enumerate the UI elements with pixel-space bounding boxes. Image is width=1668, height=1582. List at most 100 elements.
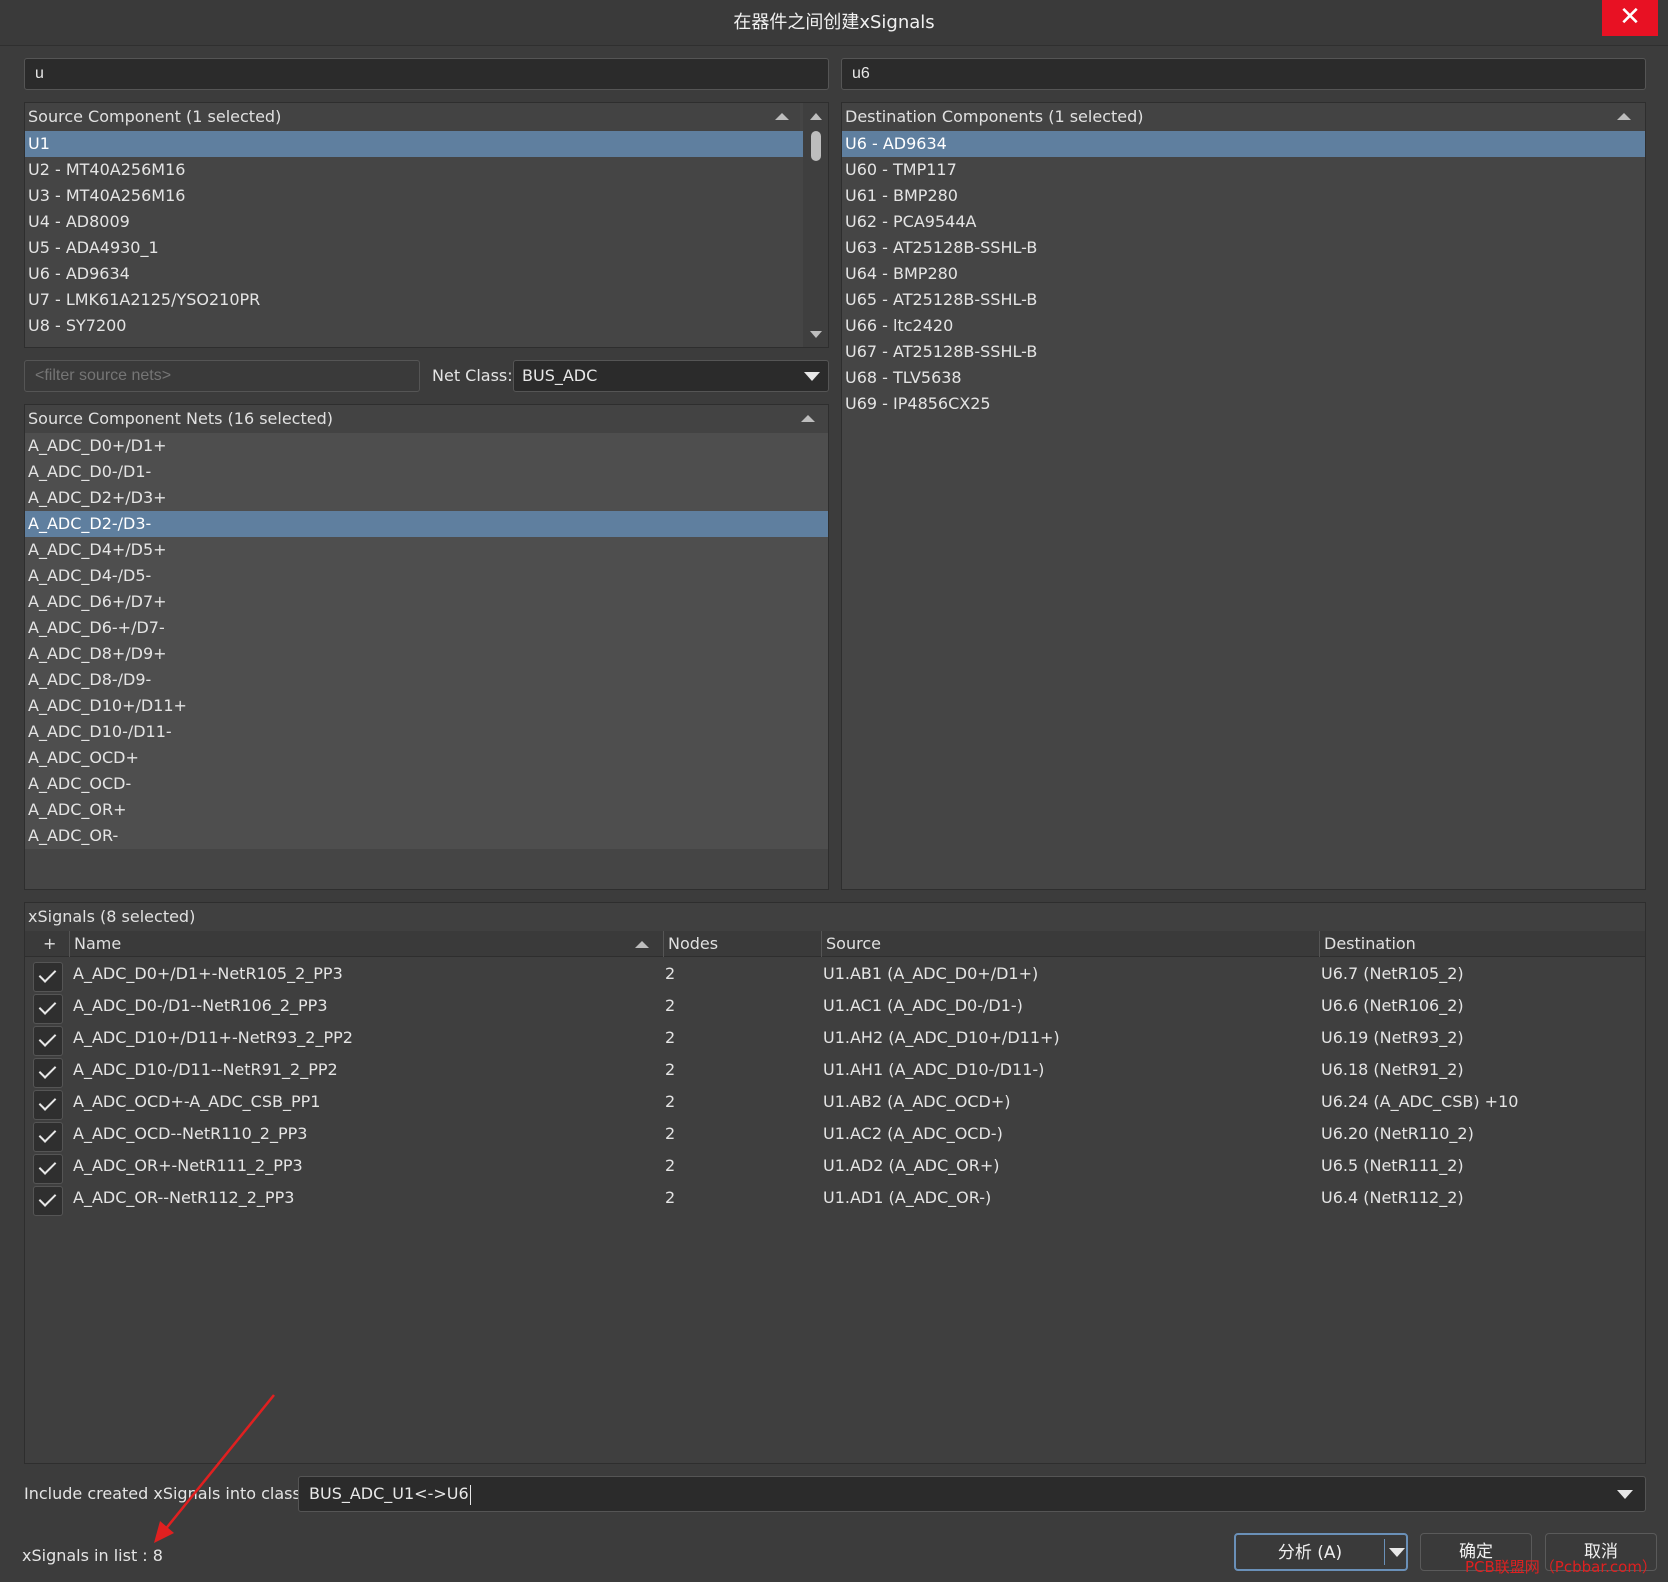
source-component-scrollbar[interactable] [803,103,828,347]
xsignal-name-cell: A_ADC_D10+/D11+-NetR93_2_PP2 [73,1028,353,1047]
source-net-item[interactable]: A_ADC_D2+/D3+ [25,485,828,511]
xsignal-destination-cell: U6.18 (NetR91_2) [1321,1060,1464,1079]
source-search-input[interactable] [24,58,829,90]
xsignal-destination-cell: U6.7 (NetR105_2) [1321,964,1464,983]
xsignal-row[interactable]: A_ADC_OR+-NetR111_2_PP3 2 U1.AD2 (A_ADC_OR… [25,1150,1645,1184]
destination-search-input[interactable] [841,58,1646,90]
xsignal-row[interactable]: A_ADC_D0+/D1+-NetR105_2_PP3 2 U1.AB1 (A_AD… [25,958,1645,992]
xsignal-checkbox[interactable] [33,1186,63,1216]
xsignal-row[interactable]: A_ADC_D10+/D11+-NetR93_2_PP2 2 U1.AH2 (A_A… [25,1022,1645,1056]
source-net-item[interactable]: A_ADC_D0-/D1- [25,459,828,485]
source-net-item[interactable]: A_ADC_D4+/D5+ [25,537,828,563]
source-net-item[interactable]: A_ADC_OR- [25,823,828,849]
xsignal-destination-cell: U6.4 (NetR112_2) [1321,1188,1464,1207]
destination-component-item[interactable]: U61 - BMP280 [842,183,1645,209]
xsignal-source-cell: U1.AH2 (A_ADC_D10+/D11+) [823,1028,1060,1047]
destination-component-item[interactable]: U62 - PCA9544A [842,209,1645,235]
source-net-item[interactable]: A_ADC_D10-/D11- [25,719,828,745]
net-class-select[interactable]: BUS_ADC [513,360,829,392]
net-class-label: Net Class: [432,366,513,385]
chevron-down-icon [1617,1490,1633,1499]
source-component-item[interactable]: U6 - AD9634 [25,261,804,287]
source-net-item[interactable]: A_ADC_OCD- [25,771,828,797]
scrollbar-thumb[interactable] [811,131,821,161]
source-net-item[interactable]: A_ADC_D10+/D11+ [25,693,828,719]
source-net-item[interactable]: A_ADC_OCD+ [25,745,828,771]
source-component-item[interactable]: U1 [25,131,804,157]
source-net-item[interactable]: A_ADC_D0+/D1+ [25,433,828,459]
chevron-down-icon[interactable] [1389,1548,1405,1557]
xsignal-nodes-cell: 2 [665,1028,676,1047]
xsignal-row[interactable]: A_ADC_D0-/D1--NetR106_2_PP3 2 U1.AC1 (A_AD… [25,990,1645,1024]
xsignal-nodes-cell: 2 [665,1092,676,1111]
xsignal-row[interactable]: A_ADC_OCD+-A_ADC_CSB_PP1 2 U1.AB2 (A_ADC_O… [25,1086,1645,1120]
column-name[interactable]: Name [69,931,676,957]
filter-source-nets-input[interactable] [24,360,420,392]
column-destination[interactable]: Destination [1319,931,1645,957]
source-component-item[interactable]: U4 - AD8009 [25,209,804,235]
sort-ascending-icon[interactable] [775,113,789,120]
source-net-item[interactable]: A_ADC_OR+ [25,797,828,823]
source-component-item[interactable]: U7 - LMK61A2125/YSO210PR [25,287,804,313]
include-class-value: BUS_ADC_U1<->U6 [309,1484,469,1503]
xsignal-source-cell: U1.AD1 (A_ADC_OR-) [823,1188,992,1207]
destination-component-item[interactable]: U63 - AT25128B-SSHL-B [842,235,1645,261]
source-net-item[interactable]: A_ADC_D6-+/D7- [25,615,828,641]
source-net-item[interactable]: A_ADC_D2-/D3- [25,511,828,537]
destination-component-item[interactable]: U66 - ltc2420 [842,313,1645,339]
xsignal-nodes-cell: 2 [665,1060,676,1079]
destination-component-item[interactable]: U6 - AD9634 [842,131,1645,157]
xsignal-checkbox[interactable] [33,1122,63,1152]
xsignals-column-header: + Name Nodes Source Destination [25,931,1645,957]
xsignal-destination-cell: U6.24 (A_ADC_CSB) +10 [1321,1092,1519,1111]
xsignal-source-cell: U1.AB1 (A_ADC_D0+/D1+) [823,964,1039,983]
destination-component-item[interactable]: U67 - AT25128B-SSHL-B [842,339,1645,365]
column-source[interactable]: Source [821,931,1324,957]
source-net-item[interactable]: A_ADC_D6+/D7+ [25,589,828,615]
xsignal-destination-cell: U6.20 (NetR110_2) [1321,1124,1474,1143]
scroll-up-icon[interactable] [810,113,822,120]
xsignal-checkbox[interactable] [33,1090,63,1120]
column-nodes[interactable]: Nodes [663,931,826,957]
destination-component-item[interactable]: U60 - TMP117 [842,157,1645,183]
sort-ascending-icon[interactable] [1617,113,1631,120]
source-component-item[interactable]: U8 - SY7200 [25,313,804,339]
xsignal-source-cell: U1.AB2 (A_ADC_OCD+) [823,1092,1011,1111]
close-button[interactable]: ✕ [1602,0,1658,36]
source-nets-header: Source Component Nets (16 selected) [25,405,828,434]
xsignal-name-cell: A_ADC_OR+-NetR111_2_PP3 [73,1156,303,1175]
xsignal-destination-cell: U6.5 (NetR111_2) [1321,1156,1464,1175]
xsignal-checkbox[interactable] [33,994,63,1024]
sort-ascending-icon[interactable] [635,941,649,948]
destination-component-item[interactable]: U65 - AT25128B-SSHL-B [842,287,1645,313]
source-net-item[interactable]: A_ADC_D8+/D9+ [25,641,828,667]
source-component-item[interactable]: U2 - MT40A256M16 [25,157,804,183]
xsignal-row[interactable]: A_ADC_OR--NetR112_2_PP3 2 U1.AD1 (A_ADC_OR… [25,1182,1645,1216]
text-cursor [469,1484,471,1505]
xsignal-name-cell: A_ADC_OCD--NetR110_2_PP3 [73,1124,308,1143]
xsignal-checkbox[interactable] [33,1058,63,1088]
source-net-item[interactable]: A_ADC_D4-/D5- [25,563,828,589]
xsignal-nodes-cell: 2 [665,964,676,983]
destination-component-item[interactable]: U69 - IP4856CX25 [842,391,1645,417]
include-class-combobox[interactable]: BUS_ADC_U1<->U6 [298,1476,1646,1512]
xsignal-nodes-cell: 2 [665,1156,676,1175]
source-net-item[interactable]: A_ADC_D8-/D9- [25,667,828,693]
scroll-down-icon[interactable] [810,331,822,338]
destination-component-item[interactable]: U64 - BMP280 [842,261,1645,287]
xsignal-row[interactable]: A_ADC_D10-/D11--NetR91_2_PP2 2 U1.AH1 (A_A… [25,1054,1645,1088]
sort-ascending-icon[interactable] [801,415,815,422]
destination-component-item[interactable]: U68 - TLV5638 [842,365,1645,391]
analyze-button[interactable]: 分析 (A) [1234,1533,1408,1571]
xsignal-checkbox[interactable] [33,1026,63,1056]
xsignal-source-cell: U1.AC2 (A_ADC_OCD-) [823,1124,1003,1143]
xsignal-nodes-cell: 2 [665,996,676,1015]
xsignal-source-cell: U1.AH1 (A_ADC_D10-/D11-) [823,1060,1045,1079]
xsignal-checkbox[interactable] [33,962,63,992]
xsignal-row[interactable]: A_ADC_OCD--NetR110_2_PP3 2 U1.AC2 (A_ADC_O… [25,1118,1645,1152]
xsignal-name-cell: A_ADC_OR--NetR112_2_PP3 [73,1188,295,1207]
column-plus[interactable]: + [39,931,56,957]
xsignal-checkbox[interactable] [33,1154,63,1184]
source-component-item[interactable]: U3 - MT40A256M16 [25,183,804,209]
source-component-item[interactable]: U5 - ADA4930_1 [25,235,804,261]
